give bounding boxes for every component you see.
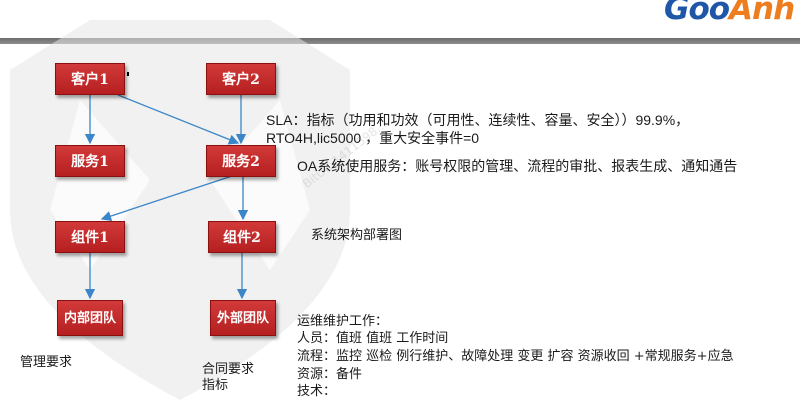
- node-customer-1: 客户1: [55, 63, 125, 95]
- node-internal-team: 内部团队: [57, 300, 123, 336]
- ops-process: 流程：监控 巡检 例行维护、故障处理 变更 扩容 资源收回 +常规服务+应急: [297, 349, 734, 364]
- node-customer-2: 客户2: [206, 63, 276, 95]
- node-component-1: 组件1: [55, 221, 125, 253]
- oa-services-note: OA系统使用服务：账号权限的管理、流程的审批、报表生成、通知通告: [297, 158, 738, 174]
- ops-technology: 技术：: [297, 384, 337, 399]
- sla-line-1: SLA：指标（功用和功效（可用性、连续性、容量、安全））99.9%，: [266, 112, 690, 128]
- stray-mark: [127, 72, 129, 76]
- node-external-team: 外部团队: [210, 300, 276, 336]
- label-management-requirements: 管理要求: [20, 355, 73, 370]
- arrow-service2-component1: [100, 175, 233, 222]
- node-service-2: 服务2: [206, 145, 276, 177]
- arrow-customer1-service2: [117, 94, 240, 145]
- architecture-note: 系统架构部署图: [311, 228, 403, 243]
- ops-people: 人员：值班 值班 工作时间: [297, 331, 449, 346]
- label-contract-metrics: 指标: [202, 378, 229, 393]
- node-component-2: 组件2: [208, 221, 276, 253]
- sla-line-2: RTO4H,lic5000 ，重大安全事件=0: [266, 130, 480, 146]
- node-service-1: 服务1: [55, 145, 125, 177]
